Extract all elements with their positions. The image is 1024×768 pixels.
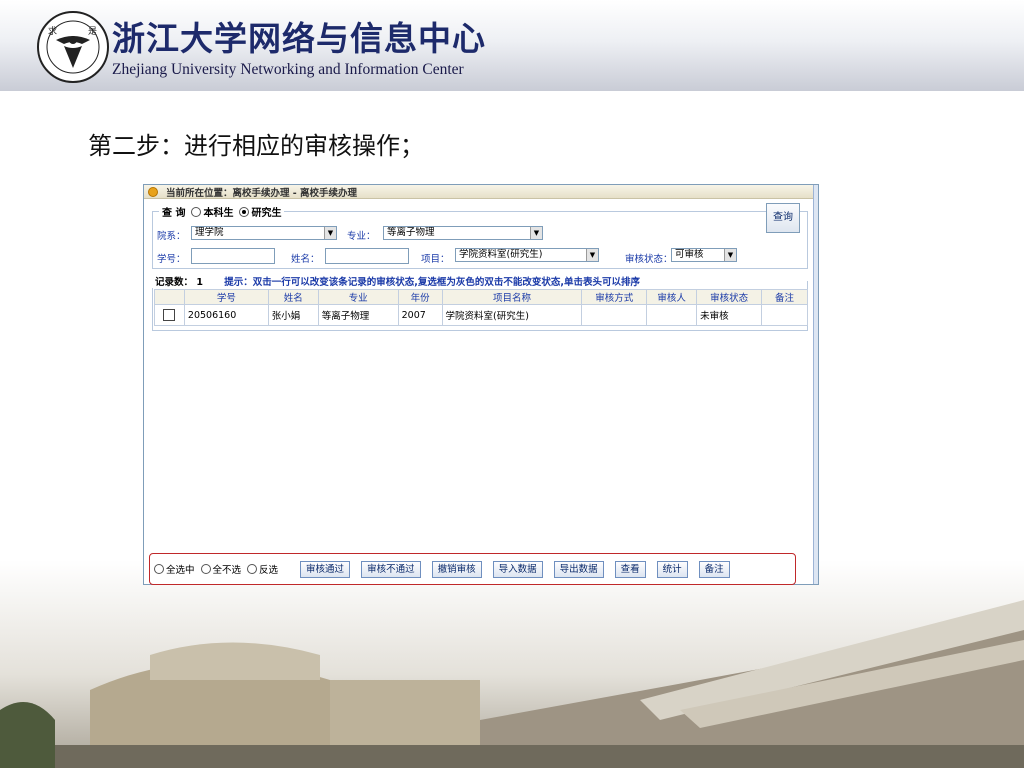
view-button[interactable]: 查看 bbox=[614, 560, 646, 578]
chevron-down-icon: ▼ bbox=[586, 249, 598, 261]
cell-major: 等离子物理 bbox=[317, 304, 399, 326]
chevron-down-icon: ▼ bbox=[724, 249, 736, 261]
svg-text:求: 求 bbox=[48, 25, 57, 37]
record-count-value: 1 bbox=[196, 277, 203, 288]
record-count-label: 记录数： bbox=[155, 277, 194, 288]
column-header-method[interactable]: 审核方式 bbox=[581, 289, 648, 305]
cell-item: 学院资料室(研究生) bbox=[441, 304, 583, 326]
slide-header: 求 是 浙江大学网络与信息中心 Zhejiang University Netw… bbox=[0, 0, 1024, 91]
column-header-reviewer[interactable]: 审核人 bbox=[646, 289, 698, 305]
graduate-label: 研究生 bbox=[251, 208, 282, 219]
header-title-cn: 浙江大学网络与信息中心 bbox=[112, 19, 486, 58]
column-header-item[interactable]: 项目名称 bbox=[441, 289, 583, 305]
results-table: 学号 姓名 专业 年份 项目名称 审核方式 审核人 审核状态 备注 205061… bbox=[154, 289, 808, 326]
campus-background-image bbox=[0, 560, 1024, 768]
dept-select-value: 理学院 bbox=[195, 227, 224, 238]
undergrad-label: 本科生 bbox=[203, 208, 234, 219]
results-hint: 提示：双击一行可以改变该条记录的审核状态,复选框为灰色的双击不能改变状态,单击表… bbox=[224, 277, 640, 288]
vertical-scrollbar[interactable] bbox=[813, 185, 818, 584]
location-icon bbox=[148, 186, 158, 197]
select-none-radio[interactable] bbox=[200, 564, 211, 574]
cell-student-id: 20506160 bbox=[183, 304, 269, 326]
select-none-option[interactable]: 全不选 bbox=[200, 562, 242, 576]
item-select-value: 学院资料室(研究生) bbox=[459, 249, 543, 260]
reject-button[interactable]: 审核不通过 bbox=[361, 560, 421, 578]
invert-selection-radio[interactable] bbox=[247, 564, 258, 574]
header-title-en: Zhejiang University Networking and Infor… bbox=[112, 61, 464, 78]
column-header-student-id[interactable]: 学号 bbox=[183, 289, 269, 305]
invert-selection-option[interactable]: 反选 bbox=[247, 562, 278, 576]
select-all-radio[interactable] bbox=[154, 564, 164, 574]
chevron-down-icon: ▼ bbox=[324, 227, 336, 239]
status-label: 审核状态： bbox=[625, 254, 673, 265]
cell-name: 张小娟 bbox=[267, 304, 319, 326]
revoke-review-button[interactable]: 撤销审核 bbox=[431, 560, 482, 578]
export-data-button[interactable]: 导出数据 bbox=[553, 560, 604, 578]
item-select[interactable]: 学院资料室(研究生) ▼ bbox=[455, 248, 599, 262]
search-button[interactable]: 查询 bbox=[766, 203, 800, 233]
svg-text:是: 是 bbox=[88, 26, 97, 37]
cell-year: 2007 bbox=[397, 304, 443, 326]
note-button[interactable]: 备注 bbox=[698, 560, 730, 578]
major-select-value: 等离子物理 bbox=[387, 227, 435, 238]
results-legend: 记录数： 1 提示：双击一行可以改变该条记录的审核状态,复选框为灰色的双击不能改… bbox=[152, 274, 643, 288]
step-title: 第二步：进行相应的审核操作； bbox=[88, 132, 424, 160]
cell-method bbox=[581, 304, 648, 326]
action-bar: 全选中 全不选 反选 审核通过 审核不通过 撤销审核 导入数据 导出数据 查看 … bbox=[149, 553, 796, 585]
student-id-label: 学号： bbox=[157, 254, 186, 265]
import-data-button[interactable]: 导入数据 bbox=[492, 560, 543, 578]
row-checkbox[interactable] bbox=[163, 309, 176, 321]
select-all-option[interactable]: 全选中 bbox=[154, 562, 195, 576]
select-all-label: 全选中 bbox=[166, 565, 195, 576]
cell-note bbox=[761, 304, 808, 326]
breadcrumb: 当前所在位置：离校手续办理 - 离校手续办理 bbox=[166, 187, 358, 199]
item-label: 项目： bbox=[421, 254, 450, 265]
column-header-note[interactable]: 备注 bbox=[761, 289, 808, 305]
chevron-down-icon: ▼ bbox=[530, 227, 542, 239]
table-header-row: 学号 姓名 专业 年份 项目名称 审核方式 审核人 审核状态 备注 bbox=[154, 289, 808, 305]
table-row[interactable]: 20506160 张小娟 等离子物理 2007 学院资料室(研究生) 未审核 bbox=[154, 304, 808, 326]
column-header-name[interactable]: 姓名 bbox=[267, 289, 319, 305]
student-id-input[interactable] bbox=[191, 248, 275, 264]
dept-label: 院系： bbox=[157, 231, 186, 242]
cell-reviewer bbox=[646, 304, 698, 326]
approve-button[interactable]: 审核通过 bbox=[300, 560, 351, 578]
app-titlebar: 当前所在位置：离校手续办理 - 离校手续办理 bbox=[144, 185, 818, 199]
query-panel: 查 询 本科生 研究生 院系： 理学院 ▼ 专业： 等离子物理 ▼ 学号： 姓名… bbox=[152, 204, 808, 269]
name-label: 姓名： bbox=[291, 254, 320, 265]
university-logo: 求 是 bbox=[37, 11, 109, 83]
select-none-label: 全不选 bbox=[212, 565, 242, 576]
query-legend-label: 查 询 bbox=[162, 208, 186, 219]
status-select-value: 可审核 bbox=[675, 249, 704, 260]
app-window: 当前所在位置：离校手续办理 - 离校手续办理 查 询 本科生 研究生 院系： 理… bbox=[143, 184, 819, 585]
column-header-major[interactable]: 专业 bbox=[317, 289, 399, 305]
query-legend: 查 询 本科生 研究生 bbox=[159, 204, 285, 219]
column-header-status[interactable]: 审核状态 bbox=[696, 289, 763, 305]
status-select[interactable]: 可审核 ▼ bbox=[671, 248, 737, 262]
name-input[interactable] bbox=[325, 248, 409, 264]
invert-selection-label: 反选 bbox=[259, 565, 279, 576]
column-header-year[interactable]: 年份 bbox=[397, 289, 443, 305]
major-label: 专业： bbox=[347, 231, 376, 242]
graduate-radio[interactable] bbox=[239, 206, 250, 217]
major-select[interactable]: 等离子物理 ▼ bbox=[383, 226, 543, 240]
statistics-button[interactable]: 统计 bbox=[656, 560, 688, 578]
column-header-select[interactable] bbox=[154, 289, 185, 305]
dept-select[interactable]: 理学院 ▼ bbox=[191, 226, 337, 240]
undergrad-radio[interactable] bbox=[191, 206, 202, 217]
cell-status: 未审核 bbox=[696, 304, 763, 326]
